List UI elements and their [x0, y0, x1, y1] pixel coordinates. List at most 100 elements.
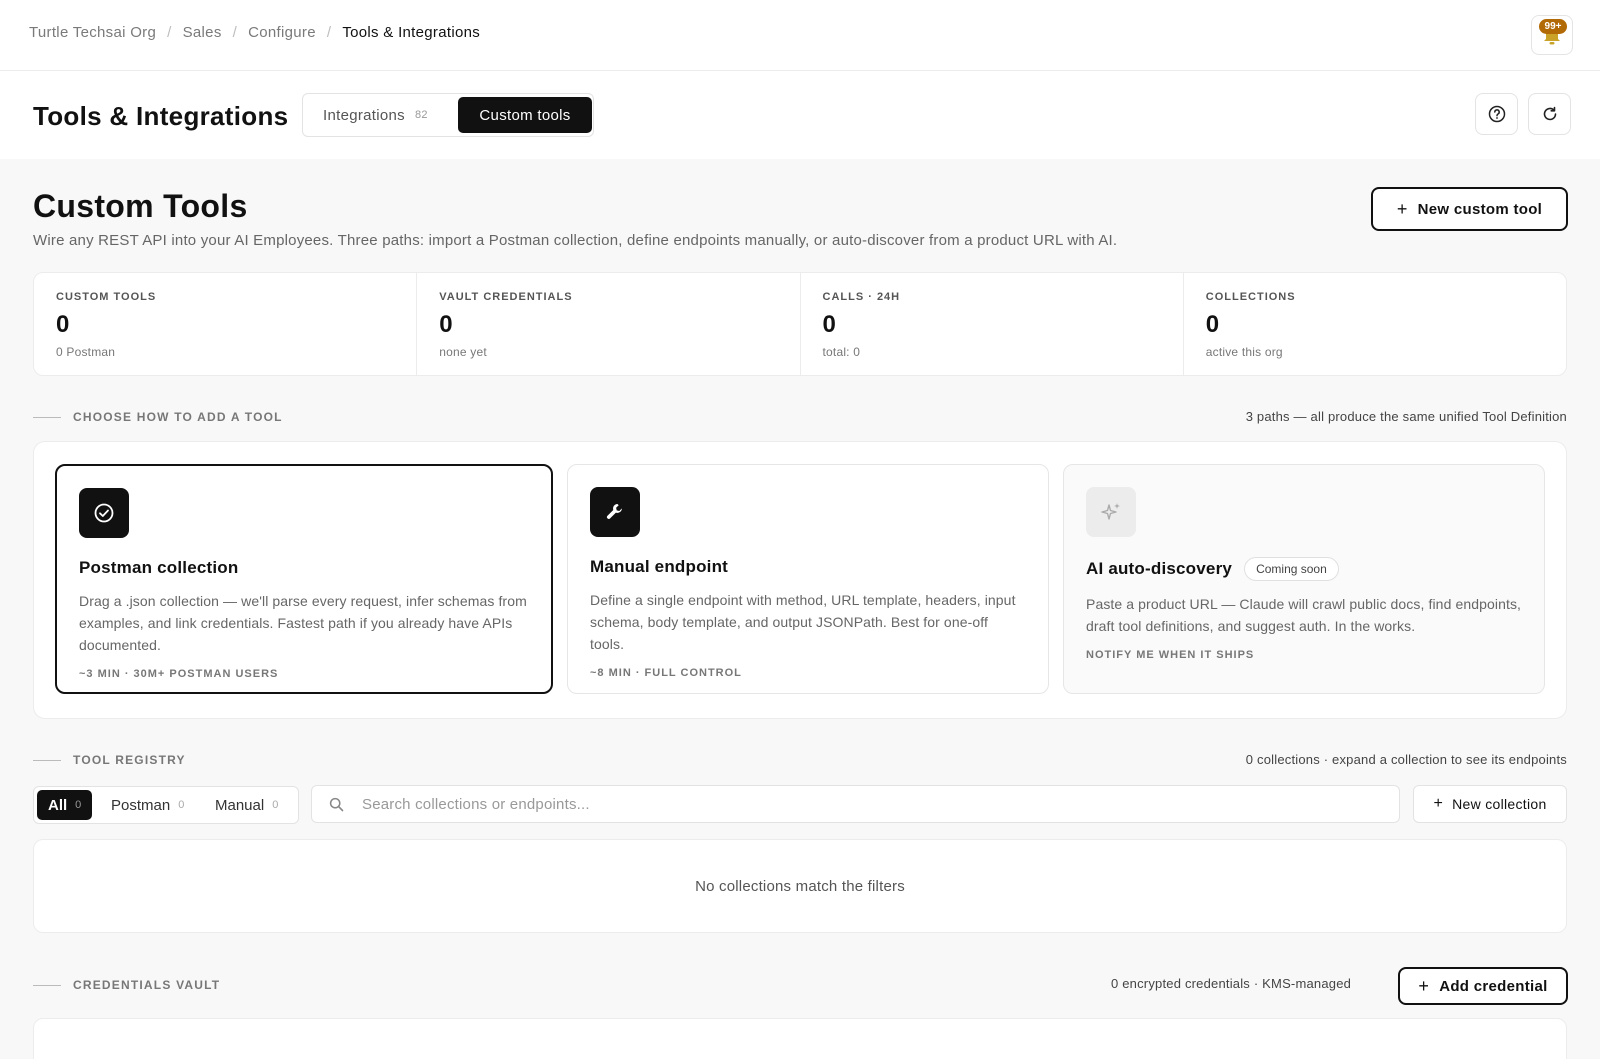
custom-tools-subtitle: Wire any REST API into your AI Employees… [33, 232, 1118, 249]
stat-sub: 0 Postman [56, 345, 116, 359]
stats-panel: CUSTOM TOOLS 0 0 Postman VAULT CREDENTIA… [33, 272, 1567, 376]
card-description: Define a single endpoint with method, UR… [590, 592, 1016, 652]
plus-icon: + [1396, 198, 1408, 219]
card-meta: ~3 MIN · 30M+ POSTMAN USERS [79, 668, 279, 680]
card-icon-box [590, 487, 640, 537]
registry-filter-group: All 0 Postman 0 Manual 0 [33, 786, 299, 824]
divider-line [33, 417, 61, 418]
refresh-icon [1543, 106, 1556, 121]
notifications-button[interactable]: 99+ [1531, 15, 1573, 55]
card-description: Paste a product URL — Claude will crawl … [1086, 596, 1522, 634]
check-circle-icon [94, 503, 114, 523]
registry-section-note: 0 collections · expand a collection to s… [1245, 752, 1567, 767]
card-meta: ~8 MIN · FULL CONTROL [590, 667, 742, 679]
choose-section-note: 3 paths — all produce the same unified T… [1245, 409, 1567, 424]
empty-state-text: No collections match the filters [695, 877, 905, 895]
card-icon-box [1086, 487, 1136, 537]
breadcrumb-org[interactable]: Turtle Techsai Org [29, 24, 156, 41]
stat-label: COLLECTIONS [1205, 291, 1296, 303]
add-credential-label: Add credential [1439, 977, 1548, 995]
stat-label: VAULT CREDENTIALS [439, 291, 573, 303]
sparkle-icon [1101, 503, 1120, 520]
coming-soon-badge: Coming soon [1244, 557, 1339, 581]
filter-label: All [48, 796, 68, 814]
breadcrumb-current: Tools & Integrations [342, 24, 481, 41]
filter-count: 0 [178, 799, 185, 811]
help-icon [1488, 105, 1505, 123]
stat-value: 0 [439, 311, 453, 338]
manual-endpoint-card[interactable]: Manual endpoint Define a single endpoint… [567, 464, 1049, 694]
stat-label: CUSTOM TOOLS [56, 291, 157, 303]
breadcrumb-separator: / [326, 24, 332, 41]
custom-tools-title: Custom Tools [33, 188, 248, 224]
stat-value: 0 [822, 311, 836, 338]
stat-custom-tools: CUSTOM TOOLS 0 0 Postman [34, 273, 418, 375]
plus-icon: + [1418, 975, 1430, 996]
registry-section-label: TOOL REGISTRY [73, 753, 186, 767]
plus-icon: + [1433, 795, 1444, 812]
postman-collection-card[interactable]: Postman collection Drag a .json collecti… [55, 464, 553, 694]
help-button[interactable] [1475, 93, 1518, 135]
new-custom-tool-label: New custom tool [1417, 200, 1543, 218]
refresh-button[interactable] [1528, 93, 1571, 135]
tab-custom-tools[interactable]: Custom tools [458, 97, 592, 133]
credentials-panel [33, 1018, 1567, 1059]
new-collection-label: New collection [1452, 796, 1547, 812]
search-icon [329, 797, 344, 811]
stat-label: CALLS · 24H [822, 291, 901, 303]
stat-vault-credentials: VAULT CREDENTIALS 0 none yet [417, 273, 801, 375]
card-title: Postman collection [79, 558, 239, 577]
stat-sub: total: 0 [822, 345, 861, 359]
divider-line [33, 985, 61, 986]
card-title-row: Postman collection [79, 558, 529, 578]
new-collection-button[interactable]: + New collection [1413, 785, 1567, 823]
filter-label: Manual [215, 796, 265, 814]
add-credential-button[interactable]: + Add credential [1398, 967, 1568, 1005]
tab-integrations[interactable]: Integrations 82 [323, 97, 428, 133]
breadcrumb-separator: / [167, 24, 172, 41]
ai-auto-discovery-card[interactable]: AI auto-discovery Coming soon Paste a pr… [1063, 464, 1545, 694]
card-title: Manual endpoint [590, 557, 729, 576]
tab-custom-tools-label: Custom tools [479, 106, 571, 124]
registry-search [311, 785, 1400, 823]
search-input[interactable] [362, 795, 1262, 813]
tab-integrations-count: 82 [414, 109, 428, 121]
filter-label: Postman [111, 796, 171, 814]
collections-empty-state: No collections match the filters [33, 839, 1567, 933]
card-title-row: AI auto-discovery Coming soon [1086, 557, 1522, 581]
vault-section-header: CREDENTIALS VAULT [33, 975, 433, 995]
filter-manual[interactable]: Manual 0 [204, 790, 289, 820]
filter-postman[interactable]: Postman 0 [100, 790, 195, 820]
filter-count: 0 [272, 799, 279, 811]
add-tool-paths-panel: Postman collection Drag a .json collecti… [33, 441, 1567, 719]
stat-sub: none yet [439, 345, 487, 359]
breadcrumb-configure[interactable]: Configure [248, 24, 316, 41]
stat-collections: COLLECTIONS 0 active this org [1184, 273, 1566, 375]
registry-section-header: TOOL REGISTRY 0 collections · expand a c… [33, 750, 1567, 770]
breadcrumb-sales[interactable]: Sales [183, 24, 222, 41]
tab-integrations-label: Integrations [323, 106, 405, 124]
card-description: Drag a .json collection — we'll parse ev… [79, 593, 527, 653]
page-title: Tools & Integrations [33, 101, 289, 131]
tab-group: Integrations 82 Custom tools [302, 93, 594, 137]
vault-section-note: 0 encrypted credentials · KMS-managed [1111, 976, 1352, 991]
page-header: Tools & Integrations Integrations 82 Cus… [0, 71, 1600, 159]
filter-all[interactable]: All 0 [37, 790, 93, 820]
choose-section-label: CHOOSE HOW TO ADD A TOOL [73, 410, 283, 424]
notification-count-badge: 99+ [1539, 19, 1567, 34]
notify-me-link[interactable]: NOTIFY ME WHEN IT SHIPS [1086, 649, 1522, 661]
card-icon-box [79, 488, 129, 538]
choose-section-header: CHOOSE HOW TO ADD A TOOL 3 paths — all p… [33, 407, 1567, 427]
divider-line [33, 760, 61, 761]
stat-calls-24h: CALLS · 24H 0 total: 0 [801, 273, 1184, 375]
stat-sub: active this org [1205, 345, 1283, 359]
stat-value: 0 [1205, 311, 1220, 338]
top-bar: Turtle Techsai Org / Sales / Configure /… [0, 0, 1600, 71]
stat-value: 0 [56, 311, 70, 338]
card-title: AI auto-discovery [1086, 559, 1233, 578]
wrench-icon [606, 504, 622, 519]
vault-section-label: CREDENTIALS VAULT [73, 978, 221, 992]
new-custom-tool-button[interactable]: + New custom tool [1371, 187, 1568, 231]
breadcrumb-separator: / [232, 24, 238, 41]
breadcrumb: Turtle Techsai Org / Sales / Configure /… [29, 24, 480, 41]
